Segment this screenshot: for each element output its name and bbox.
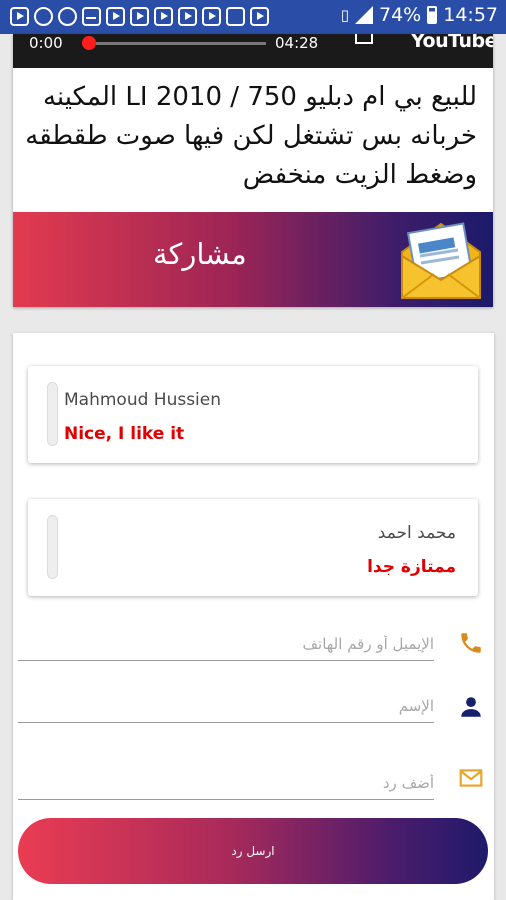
video-player-controls[interactable]: 0:00 04:28 YouTube: [13, 34, 493, 68]
youtube-icon: [154, 7, 173, 26]
comment-card: Mahmoud Hussien Nice, I like it: [28, 366, 478, 463]
name-field[interactable]: [18, 692, 434, 723]
reply-field[interactable]: [18, 769, 434, 800]
battery-percent: 74%: [379, 4, 422, 26]
phone-icon: [461, 633, 481, 653]
vibrate-icon: ▯: [340, 6, 349, 24]
envelope-letter-icon: [401, 222, 481, 299]
signal-icon: [355, 6, 373, 24]
messenger-icon: [34, 7, 53, 26]
comment-text: ممتازة جدا: [367, 557, 456, 577]
comment-handle: [47, 382, 58, 446]
mail-icon: [459, 769, 483, 787]
phone-icon: [58, 7, 77, 26]
share-label: مشاركة: [153, 237, 247, 271]
comment-handle: [47, 515, 58, 579]
status-bar: ▯ 74% 14:57: [0, 0, 506, 34]
youtube-logo[interactable]: YouTube: [411, 34, 493, 52]
youtube-icon: [106, 7, 125, 26]
share-button[interactable]: مشاركة: [13, 212, 493, 307]
battery-icon: [427, 6, 438, 24]
youtube-icon: [178, 7, 197, 26]
video-current-time: 0:00: [29, 34, 63, 52]
contact-field[interactable]: [18, 630, 434, 661]
youtube-icon: [250, 7, 269, 26]
comment-card: محمد احمد ممتازة جدا: [28, 499, 478, 596]
gmail-icon: [82, 7, 101, 26]
fullscreen-icon[interactable]: [355, 34, 373, 44]
comment-author: محمد احمد: [377, 523, 456, 543]
notification-icons: [10, 7, 269, 26]
post-card: 0:00 04:28 YouTube للبيع بي ام دبليو 750…: [13, 34, 493, 307]
video-scrubber-handle[interactable]: [82, 36, 96, 50]
gallery-icon: [226, 7, 245, 26]
comment-text: Nice, I like it: [64, 424, 185, 444]
youtube-icon: [10, 7, 29, 26]
contact-input[interactable]: [18, 630, 434, 658]
video-progress-track[interactable]: [96, 42, 266, 45]
reply-input[interactable]: [18, 769, 434, 797]
clock: 14:57: [443, 4, 498, 26]
video-duration: 04:28: [275, 34, 319, 52]
name-input[interactable]: [18, 692, 434, 720]
send-reply-button[interactable]: ارسل رد: [18, 818, 488, 884]
person-icon: [461, 697, 481, 717]
youtube-icon: [130, 7, 149, 26]
youtube-icon: [202, 7, 221, 26]
post-title: للبيع بي ام دبليو 750 / LI 2010 المكينه …: [25, 82, 477, 190]
comment-author: Mahmoud Hussien: [64, 390, 222, 410]
